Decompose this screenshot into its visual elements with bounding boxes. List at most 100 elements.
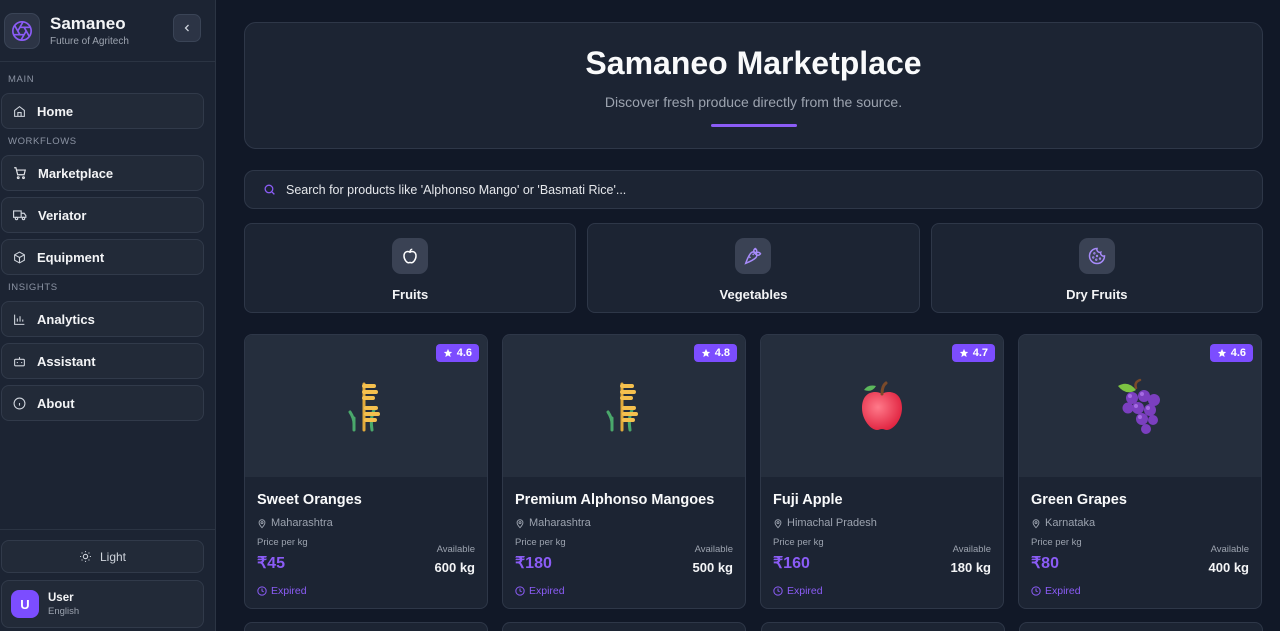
star-icon — [959, 348, 968, 357]
sidebar-item-marketplace[interactable]: Marketplace — [1, 155, 204, 191]
sidebar-item-analytics[interactable]: Analytics — [1, 301, 204, 337]
product-card[interactable]: 4.6 Sweet Oranges Maharashtra Price per … — [244, 334, 488, 609]
product-name: Sweet Oranges — [257, 492, 362, 508]
price-label: Price per kg — [515, 537, 566, 548]
product-grid: 4.6 Sweet Oranges Maharashtra Price per … — [244, 334, 1263, 609]
collapse-sidebar-button[interactable] — [173, 14, 201, 42]
home-icon — [14, 105, 25, 117]
product-card[interactable]: 4.7 Fuji Apple Himachal Pradesh Price pe… — [760, 334, 1004, 609]
location-text: Maharashtra — [529, 517, 591, 529]
product-status: Expired — [257, 585, 475, 597]
user-profile[interactable]: U User English — [1, 580, 204, 628]
product-card-partial[interactable] — [1019, 622, 1263, 631]
page-subtitle: Discover fresh produce directly from the… — [604, 94, 903, 110]
search-bar[interactable] — [244, 170, 1263, 209]
main-content: Samaneo Marketplace Discover fresh produ… — [216, 0, 1280, 631]
chevron-left-icon — [184, 24, 189, 32]
box-icon — [14, 250, 25, 264]
category-label: Dry Fruits — [1066, 287, 1128, 302]
sidebar-item-equipment[interactable]: Equipment — [1, 239, 204, 275]
product-card[interactable]: 4.6 Green Grapes Karnataka Price per kg … — [1018, 334, 1262, 609]
sidebar-item-veriator[interactable]: Veriator — [1, 197, 204, 233]
sun-icon — [80, 551, 91, 562]
status-text: Expired — [787, 585, 823, 597]
grain-icon — [606, 382, 638, 432]
cart-icon — [14, 167, 26, 180]
product-card-partial[interactable] — [244, 622, 488, 631]
price-value: ₹80 — [1031, 555, 1059, 572]
clock-icon — [257, 586, 267, 596]
theme-toggle-button[interactable]: Light — [1, 540, 204, 573]
rating-badge: 4.8 — [693, 344, 737, 362]
category-fruits[interactable]: Fruits — [244, 223, 577, 313]
map-pin-icon — [1032, 518, 1040, 528]
search-input[interactable] — [286, 182, 1186, 197]
location-text: Himachal Pradesh — [787, 517, 877, 529]
available-label: Available — [436, 544, 475, 555]
price-value: ₹180 — [515, 555, 552, 572]
avatar: U — [11, 590, 39, 618]
product-card[interactable]: 4.8 Premium Alphonso Mangoes Maharashtra… — [502, 334, 746, 609]
available-value: 500 kg — [692, 560, 733, 575]
category-label: Fruits — [392, 287, 429, 302]
sidebar-item-label: Veriator — [38, 207, 87, 223]
product-status: Expired — [1031, 585, 1249, 597]
user-language: English — [48, 605, 80, 617]
product-location: Karnataka — [1031, 517, 1249, 529]
clock-icon — [515, 586, 525, 596]
product-location: Maharashtra — [515, 517, 733, 529]
rating-badge: 4.6 — [435, 344, 479, 362]
price-label: Price per kg — [1031, 537, 1082, 548]
hero-banner: Samaneo Marketplace Discover fresh produ… — [244, 22, 1263, 149]
product-card-partial[interactable] — [761, 622, 1005, 631]
status-text: Expired — [271, 585, 307, 597]
rating-value: 4.6 — [1230, 347, 1246, 359]
sidebar-item-home[interactable]: Home — [1, 93, 204, 129]
product-location: Maharashtra — [257, 517, 475, 529]
sidebar-divider — [0, 529, 215, 530]
rating-value: 4.8 — [714, 347, 730, 359]
sidebar-item-about[interactable]: About — [1, 385, 204, 421]
available-value: 180 kg — [950, 560, 991, 575]
title-underline — [710, 124, 797, 127]
map-pin-icon — [258, 518, 266, 528]
available-value: 400 kg — [1208, 560, 1249, 575]
map-pin-icon — [516, 518, 524, 528]
category-icon-box — [1078, 238, 1115, 274]
price-label: Price per kg — [773, 537, 824, 548]
price-value: ₹45 — [257, 555, 285, 572]
apple-icon — [403, 248, 417, 264]
status-text: Expired — [1045, 585, 1081, 597]
rating-badge: 4.7 — [951, 344, 995, 362]
section-main: MAIN — [8, 74, 35, 85]
logo — [4, 12, 40, 49]
status-text: Expired — [529, 585, 565, 597]
chart-icon — [14, 314, 25, 325]
grain-icon — [348, 382, 380, 432]
category-icon-box — [392, 238, 429, 274]
product-card-partial[interactable] — [502, 622, 746, 631]
location-text: Karnataka — [1045, 517, 1096, 529]
price-value: ₹160 — [773, 555, 810, 572]
star-icon — [701, 348, 710, 357]
product-name: Premium Alphonso Mangoes — [515, 492, 715, 508]
section-insights: INSIGHTS — [8, 282, 58, 293]
bot-icon — [14, 356, 25, 366]
section-workflows: WORKFLOWS — [8, 136, 77, 147]
sidebar-item-assistant[interactable]: Assistant — [1, 343, 204, 379]
category-list: Fruits Vegetables Dry Fruits — [244, 223, 1263, 313]
category-vegetables[interactable]: Vegetables — [587, 223, 920, 313]
available-label: Available — [1210, 544, 1249, 555]
product-name: Fuji Apple — [773, 492, 843, 508]
apple-icon — [862, 381, 902, 430]
category-icon-box — [735, 238, 772, 274]
sidebar-item-label: Equipment — [37, 249, 105, 265]
brand-tagline: Future of Agritech — [50, 36, 129, 47]
brand-header: Samaneo Future of Agritech — [0, 0, 215, 62]
sidebar-item-label: Marketplace — [38, 165, 114, 181]
category-dry-fruits[interactable]: Dry Fruits — [930, 223, 1263, 313]
rating-badge: 4.6 — [1209, 344, 1253, 362]
available-value: 600 kg — [434, 560, 475, 575]
sidebar-item-label: About — [37, 395, 75, 411]
search-icon — [264, 184, 275, 195]
